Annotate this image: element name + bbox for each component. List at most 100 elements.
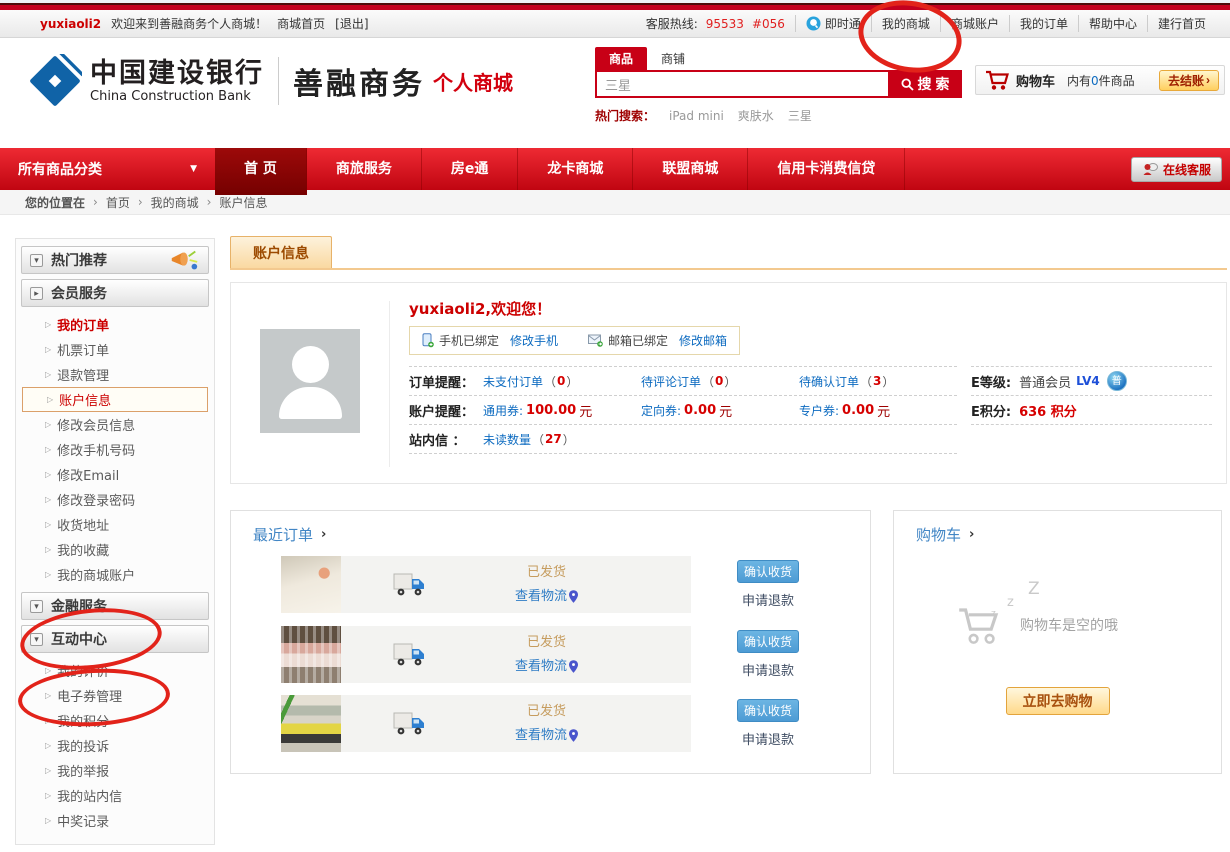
sidebar-item-my-favorites[interactable]: ▷ 我的收藏 [21,537,209,562]
expand-icon: ▸ [30,287,43,300]
edit-email-link[interactable]: 修改邮箱 [679,332,727,349]
recent-orders-title[interactable]: 最近订单› [253,524,326,545]
tab-home[interactable]: 首 页 [215,148,307,195]
tab-account-info[interactable]: 账户信息 [230,236,332,268]
link-my-mall[interactable]: 我的商城 [882,15,930,32]
hot-search-item-ipad[interactable]: iPad mini [669,109,724,123]
breadcrumb-my-mall[interactable]: 我的商城 [151,194,199,211]
sidebar-item-my-points[interactable]: ▷ 我的积分 [21,708,209,733]
welcome-message: yuxiaoli2,欢迎您！ [409,298,1212,319]
go-shopping-button[interactable]: 立即去购物 [1006,687,1110,715]
mall-home-link[interactable]: 商城首页 [277,15,325,32]
confirm-receipt-button[interactable]: 确认收货 [737,560,799,583]
link-mall-account[interactable]: 商城账户 [951,15,999,32]
track-logistics-link[interactable]: 查看物流 [515,585,578,608]
track-logistics-link[interactable]: 查看物流 [515,724,578,747]
directed-voucher-link[interactable]: 定向券: [641,402,681,419]
sidebar-section-interaction-center[interactable]: ▾ 互动中心 [21,625,209,653]
tab-credit-consumption[interactable]: 信用卡消费信贷 [748,148,905,190]
general-voucher-link[interactable]: 通用券: [483,402,523,419]
sidebar-item-my-reviews[interactable]: ▷ 我的评价 [21,658,209,683]
pending-confirm-orders-link[interactable]: 待确认订单 [799,373,859,390]
collapse-icon: ▾ [30,600,43,613]
sleep-z-icon: Z [1028,579,1040,599]
delivery-truck-icon [393,571,427,599]
cart-label: 购物车 [1016,71,1055,90]
link-instant-messenger[interactable]: 即时通 [825,15,861,32]
sidebar-item-edit-phone[interactable]: ▷ 修改手机号码 [21,437,209,462]
sidebar-item-refund-management[interactable]: ▷ 退款管理 [21,362,209,387]
sidebar-item-my-orders[interactable]: ▷ 我的订单 [21,312,209,337]
mini-cart[interactable]: 购物车 内有0件商品 去结账› [975,65,1225,95]
search-input[interactable] [595,70,888,98]
search-tab-shop[interactable]: 商铺 [647,47,699,70]
sidebar-item-edit-email[interactable]: ▷ 修改Email [21,462,209,487]
unread-messages-link[interactable]: 未读数量 [483,431,531,448]
sidebar-item-account-info-active[interactable]: ▷ 账户信息 [22,387,208,412]
product-thumbnail[interactable] [281,556,341,613]
search-button[interactable]: 搜 索 [888,70,962,98]
checkout-button[interactable]: 去结账› [1159,70,1219,91]
apply-refund-link[interactable]: 申请退款 [742,729,794,748]
sidebar-item-site-messages[interactable]: ▷ 我的站内信 [21,783,209,808]
pending-review-orders-link[interactable]: 待评论订单 [641,373,701,390]
search-tab-product[interactable]: 商品 [595,47,647,70]
logo[interactable]: 中国建设银行 China Construction Bank 善融商务 个人商城 [28,54,513,108]
sidebar-item-flight-orders[interactable]: ▷ 机票订单 [21,337,209,362]
confirm-receipt-button[interactable]: 确认收货 [737,699,799,722]
sidebar-section-financial-services[interactable]: ▾ 金融服务 [21,592,209,620]
e-points-row: E积分: 636 积分 [971,395,1212,424]
hot-search-item-samsung[interactable]: 三星 [788,107,812,124]
collapse-icon: ▾ [30,254,43,267]
level-value: LV4 [1076,374,1100,388]
unpaid-orders-link[interactable]: 未支付订单 [483,373,543,390]
account-info-panel: yuxiaoli2,欢迎您！ 手机已绑定 修改手机 [230,282,1227,484]
sidebar-section-hot-recommend[interactable]: ▾ 热门推荐 [21,246,209,274]
link-help-center[interactable]: 帮助中心 [1089,15,1137,32]
sidebar-section-member-services[interactable]: ▸ 会员服务 [21,279,209,307]
dedicated-voucher-link[interactable]: 专户券: [799,402,839,419]
edit-phone-link[interactable]: 修改手机 [510,332,558,349]
order-row: 已发货 查看物流 确认收货 [231,695,870,752]
apply-refund-link[interactable]: 申请退款 [742,590,794,609]
main-nav: 所有商品分类 ▼ 首 页 商旅服务 房e通 龙卡商城 联盟商城 信用卡消费信贷 … [0,148,1230,190]
link-ccb-home[interactable]: 建行首页 [1158,15,1206,32]
bank-name-cn: 中国建设银行 [90,59,264,89]
arrow-icon: › [321,527,326,542]
breadcrumb-home[interactable]: 首页 [106,194,130,211]
sidebar-item-lottery-records[interactable]: ▷ 中奖记录 [21,808,209,833]
link-my-orders[interactable]: 我的订单 [1020,15,1068,32]
cart-panel-title[interactable]: 购物车› [916,524,974,545]
sidebar-item-my-complaints[interactable]: ▷ 我的投诉 [21,733,209,758]
tab-longcard-mall[interactable]: 龙卡商城 [518,148,633,190]
logout-link[interactable]: [退出] [335,15,368,32]
apply-refund-link[interactable]: 申请退款 [742,660,794,679]
order-status: 已发货 [515,700,578,723]
online-service-button[interactable]: 在线客服 [1131,157,1222,182]
binding-status-box: 手机已绑定 修改手机 邮箱已绑定 修改邮箱 [409,326,740,355]
product-thumbnail[interactable] [281,695,341,752]
tab-house-e[interactable]: 房e通 [422,148,519,190]
tab-travel-services[interactable]: 商旅服务 [307,148,422,190]
order-row: 已发货 查看物流 确认收货 [231,626,870,683]
hot-search-item-toner[interactable]: 爽肤水 [738,107,774,124]
product-thumbnail[interactable] [281,626,341,683]
sidebar-item-evoucher-management[interactable]: ▷ 电子券管理 [21,683,209,708]
sidebar-item-mall-account[interactable]: ▷ 我的商城账户 [21,562,209,587]
divider [389,301,390,467]
track-logistics-link[interactable]: 查看物流 [515,655,578,678]
confirm-receipt-button[interactable]: 确认收货 [737,630,799,653]
order-reminder-row: 订单提醒： 未支付订单 （0） 待评论订单 （0） [409,366,957,395]
sidebar-item-shipping-address[interactable]: ▷ 收货地址 [21,512,209,537]
ccb-logo-icon [28,54,82,108]
sidebar-item-edit-password[interactable]: ▷ 修改登录密码 [21,487,209,512]
phone-binding: 手机已绑定 修改手机 [422,332,558,349]
all-categories-menu[interactable]: 所有商品分类 ▼ [0,148,215,190]
breadcrumb-account-info[interactable]: 账户信息 [219,194,267,211]
welcome-text: 欢迎来到善融商务个人商城！ [111,15,267,32]
item-arrow-icon: ▷ [45,470,51,479]
item-arrow-icon: ▷ [45,445,51,454]
tab-alliance-mall[interactable]: 联盟商城 [633,148,748,190]
sidebar-item-my-reports[interactable]: ▷ 我的举报 [21,758,209,783]
sidebar-item-edit-member-info[interactable]: ▷ 修改会员信息 [21,412,209,437]
